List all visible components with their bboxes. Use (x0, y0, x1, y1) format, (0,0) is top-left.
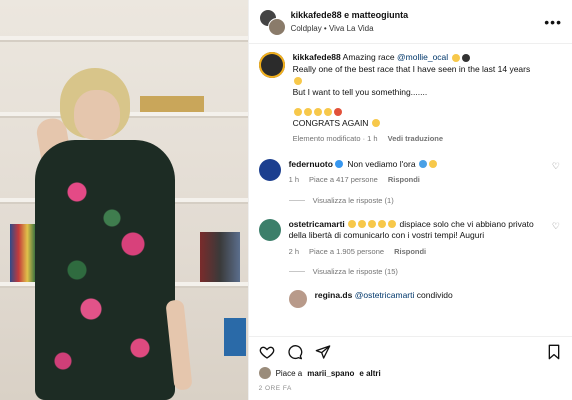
post-footer: Piace a marii_spano e altri 2 ORE FA (248, 336, 572, 400)
comment-text: Non vediamo l'ora (347, 158, 416, 169)
emoji-icon (461, 53, 470, 62)
emoji-icon (368, 220, 377, 229)
emoji-icon (293, 107, 302, 116)
post-authors[interactable]: kikkafede88 e matteogiunta (291, 9, 545, 22)
emoji-icon (451, 53, 460, 62)
emoji-icon (358, 220, 367, 229)
emoji-icon (293, 76, 302, 85)
emoji-icon (418, 160, 427, 169)
avatar[interactable] (258, 218, 281, 241)
post-header: kikkafede88 e matteogiunta Coldplay • Vi… (248, 0, 572, 44)
avatar[interactable] (288, 290, 307, 308)
caption-edited: Elemento modificato · 1 h (292, 134, 378, 143)
caption-line: CONGRATS AGAIN (292, 117, 369, 128)
divider (288, 199, 305, 201)
divider (288, 271, 305, 272)
comment-username[interactable]: ostetricamarti (289, 219, 345, 229)
collab-avatars[interactable] (258, 8, 286, 36)
emoji-icon (348, 220, 357, 229)
comment-time: 1 h (288, 175, 299, 184)
bookmark-icon[interactable] (546, 344, 562, 360)
emoji-icon (333, 107, 342, 116)
heart-icon[interactable]: ♡ (552, 221, 560, 232)
more-options-icon[interactable]: ••• (544, 14, 562, 30)
emoji-icon (371, 119, 380, 128)
books (200, 232, 240, 282)
caption-line: Really one of the best race that I have … (292, 63, 531, 74)
heart-icon[interactable]: ♡ (552, 161, 560, 172)
avatar (258, 367, 271, 379)
likes-prefix: Piace a (275, 368, 303, 378)
comment-likes[interactable]: Piace a 1.905 persone (309, 246, 384, 258)
view-replies[interactable]: Visualizza le risposte (1) (288, 195, 562, 205)
emoji-icon (388, 220, 397, 229)
comment: ostetricamarti dispiace solo che vi abbi… (258, 218, 562, 258)
caption-username[interactable]: kikkafede88 (293, 52, 341, 62)
emoji-icon (428, 160, 437, 169)
comment-icon[interactable] (287, 344, 303, 360)
likes-user-link[interactable]: marii_spano (307, 369, 354, 378)
mention-link[interactable]: @ostetricamarti (355, 290, 415, 300)
reply-button[interactable]: Rispondi (388, 174, 420, 186)
view-replies-label: Visualizza le risposte (15) (312, 267, 398, 276)
avatar (267, 17, 286, 36)
avatar[interactable] (258, 158, 281, 181)
caption: kikkafede88 Amazing race @mollie_ocal Re… (258, 52, 562, 145)
comment-time: 2 h (288, 246, 299, 256)
emoji-icon (323, 107, 332, 116)
comment-username[interactable]: regina.ds (315, 290, 353, 300)
post-media[interactable] (0, 0, 248, 400)
emoji-icon (303, 107, 312, 116)
person-face (74, 90, 120, 140)
share-icon[interactable] (315, 344, 331, 360)
comment-likes[interactable]: Piace a 417 persone (309, 174, 378, 186)
post-timestamp: 2 ORE FA (258, 385, 292, 392)
book-stack (140, 96, 204, 112)
view-replies-label: Visualizza le risposte (1) (312, 195, 394, 205)
post-panel: kikkafede88 e matteogiunta Coldplay • Vi… (247, 0, 572, 400)
person-pajamas (35, 140, 175, 400)
shelf (0, 36, 248, 42)
caption-line: But I want to tell you something....... (292, 86, 428, 97)
mention-link[interactable]: @mollie_ocal (397, 52, 448, 62)
reply-comment: regina.ds @ostetricamarti condivido (288, 290, 562, 308)
caption-text: Amazing race (342, 52, 395, 62)
emoji-icon (313, 107, 322, 116)
books (10, 224, 36, 282)
heart-icon[interactable] (259, 344, 275, 360)
likes-others-link[interactable]: e altri (359, 369, 380, 378)
comment: federnuoto Non vediamo l'ora 1 h Piace a… (258, 158, 562, 186)
comments-scroll[interactable]: kikkafede88 Amazing race @mollie_ocal Re… (249, 44, 572, 336)
emoji-icon (378, 220, 387, 229)
view-replies[interactable]: Visualizza le risposte (15) (288, 267, 562, 276)
comment-username[interactable]: federnuoto (289, 159, 333, 169)
audio-track[interactable]: Coldplay • Viva La Vida (291, 22, 545, 35)
reply-button[interactable]: Rispondi (394, 246, 426, 258)
comment-text: condivido (416, 290, 453, 300)
avatar[interactable] (258, 52, 285, 78)
translate-link[interactable]: Vedi traduzione (388, 133, 443, 145)
verified-icon (334, 159, 343, 168)
likes-summary[interactable]: Piace a marii_spano e altri (258, 367, 562, 379)
book (224, 318, 246, 356)
